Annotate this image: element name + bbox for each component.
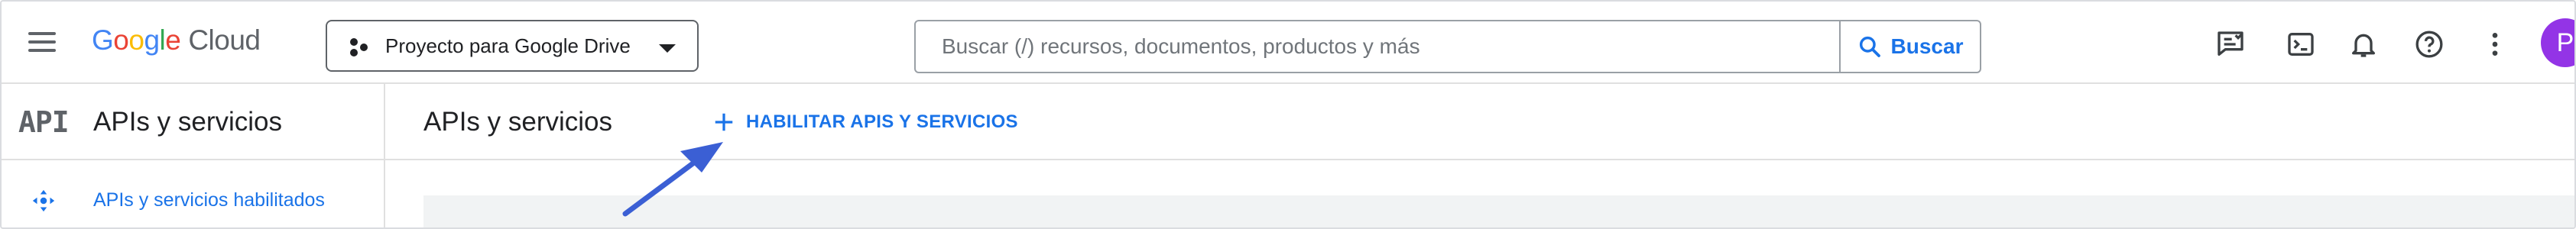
- search-button[interactable]: Buscar: [1841, 21, 1980, 72]
- page-title: APIs y servicios: [423, 107, 612, 137]
- bell-icon[interactable]: [2342, 23, 2385, 66]
- google-cloud-logo[interactable]: Google Cloud: [92, 24, 261, 60]
- notes-glyph: [2218, 31, 2243, 56]
- enable-apis-label: HABILITAR APIS Y SERVICIOS: [746, 111, 1018, 132]
- bell-glyph: [2352, 34, 2375, 57]
- app-frame: Google Cloud Proyecto para Google Drive B…: [0, 0, 2576, 229]
- project-selector[interactable]: Proyecto para Google Drive: [326, 20, 699, 72]
- top-bar: Google Cloud Proyecto para Google Drive B…: [2, 2, 2574, 84]
- enable-apis-button[interactable]: HABILITAR APIS Y SERVICIOS: [712, 102, 1018, 142]
- logo-letter: o: [113, 24, 129, 56]
- api-icon: API: [18, 105, 70, 139]
- avatar[interactable]: P: [2541, 18, 2574, 67]
- terminal-icon[interactable]: [2279, 23, 2322, 66]
- plus-icon: [715, 113, 733, 131]
- logo-suffix: Cloud: [188, 24, 261, 56]
- help-icon[interactable]: [2408, 23, 2451, 66]
- project-label: Proyecto para Google Drive: [385, 34, 631, 57]
- help-glyph: [2415, 31, 2443, 58]
- main-header: APIs y servicios HABILITAR APIS Y SERVIC…: [385, 84, 2574, 160]
- search-icon: [1859, 36, 1880, 57]
- logo-letter: o: [128, 24, 144, 56]
- sidebar-item-enabled-apis[interactable]: APIs y servicios habilitados: [2, 173, 384, 227]
- search-input[interactable]: [916, 21, 1839, 72]
- logo-letter: G: [92, 24, 114, 56]
- more-glyph: [2492, 33, 2498, 56]
- move-icon: [32, 189, 55, 212]
- logo-letter: g: [144, 24, 160, 56]
- content-area: [423, 195, 2574, 227]
- more-vert-icon[interactable]: [2474, 23, 2516, 66]
- project-icon: [350, 38, 368, 56]
- search-button-label: Buscar: [1890, 34, 1964, 58]
- search-bar: Buscar: [914, 20, 1981, 73]
- sidebar-item-label: APIs y servicios habilitados: [93, 189, 325, 211]
- logo-letter: e: [165, 24, 181, 56]
- terminal-glyph: [2288, 33, 2314, 56]
- sidebar-header: API APIs y servicios: [2, 84, 384, 160]
- caret-down-icon: [659, 44, 676, 53]
- notes-icon[interactable]: [2209, 23, 2252, 66]
- menu-icon[interactable]: [23, 23, 61, 61]
- sidebar-title: APIs y servicios: [93, 107, 282, 137]
- sidebar: API APIs y servicios APIs y servicios ha…: [2, 84, 385, 227]
